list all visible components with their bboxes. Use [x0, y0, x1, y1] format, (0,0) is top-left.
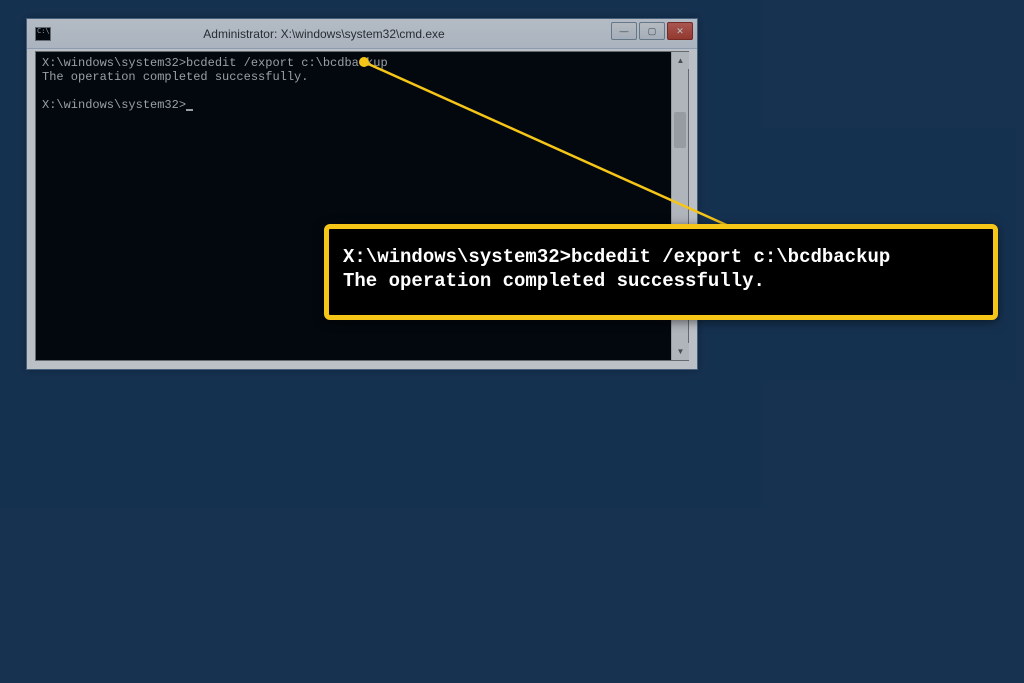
scroll-down-button[interactable]: ▼	[672, 343, 689, 360]
scroll-up-button[interactable]: ▲	[672, 52, 689, 69]
sysmenu-glyph: C:\	[37, 28, 50, 35]
window-title: Administrator: X:\windows\system32\cmd.e…	[51, 27, 697, 41]
cursor	[186, 109, 193, 111]
callout-zoom: X:\windows\system32>bcdedit /export c:\b…	[324, 224, 998, 320]
scroll-thumb[interactable]	[674, 112, 686, 148]
sysmenu-icon[interactable]: C:\	[35, 27, 51, 41]
minimize-icon: —	[620, 26, 629, 36]
chevron-down-icon: ▼	[677, 347, 685, 356]
close-button[interactable]: ✕	[667, 22, 693, 40]
maximize-icon: ▢	[648, 26, 657, 37]
minimize-button[interactable]: —	[611, 22, 637, 40]
titlebar[interactable]: C:\ Administrator: X:\windows\system32\c…	[27, 19, 697, 49]
terminal-prompt: X:\windows\system32>	[42, 98, 186, 112]
maximize-button[interactable]: ▢	[639, 22, 665, 40]
callout-line-1: X:\windows\system32>bcdedit /export c:\b…	[343, 246, 890, 268]
close-icon: ✕	[676, 26, 684, 37]
terminal-line-2: The operation completed successfully.	[42, 70, 308, 84]
chevron-up-icon: ▲	[677, 56, 685, 65]
window-controls: — ▢ ✕	[611, 22, 693, 40]
callout-line-2: The operation completed successfully.	[343, 270, 765, 292]
terminal-line-1: X:\windows\system32>bcdedit /export c:\b…	[42, 56, 388, 70]
